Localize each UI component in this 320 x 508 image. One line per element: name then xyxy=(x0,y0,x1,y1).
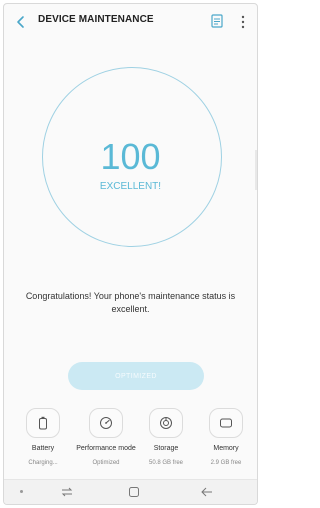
feature-name: Memory xyxy=(213,445,239,452)
feature-status: 2.9 GB free xyxy=(210,460,242,466)
system-nav-bar xyxy=(4,479,257,504)
memory-tile[interactable] xyxy=(209,408,243,438)
feature-battery[interactable]: Battery Charging... xyxy=(13,408,73,466)
feature-name: Storage xyxy=(153,445,179,452)
storage-icon xyxy=(160,417,172,429)
back-arrow-icon[interactable] xyxy=(14,12,28,32)
feature-name: Performance mode xyxy=(76,445,136,452)
nav-hide-dot-icon[interactable] xyxy=(20,490,23,493)
optimize-button[interactable]: OPTIMIZED xyxy=(68,362,204,390)
feature-status: 50.8 GB free xyxy=(148,460,184,466)
battery-icon xyxy=(39,416,47,430)
status-message: Congratulations! Your phone's maintenanc… xyxy=(25,291,236,314)
storage-tile[interactable] xyxy=(149,408,183,438)
device-screen: DEVICE MAINTENANCE 100 EXCELLENT! Congra… xyxy=(3,3,258,505)
app-bar: DEVICE MAINTENANCE xyxy=(4,4,257,40)
feature-status: Charging... xyxy=(28,460,58,466)
feature-storage[interactable]: Storage 50.8 GB free xyxy=(136,408,196,466)
page-title: DEVICE MAINTENANCE xyxy=(38,14,154,25)
feature-row: Battery Charging... Performance mode Opt… xyxy=(4,408,257,476)
nav-back-icon[interactable] xyxy=(200,486,214,498)
performance-tile[interactable] xyxy=(89,408,123,438)
score-status-label: EXCELLENT! xyxy=(99,181,162,192)
home-button-icon[interactable] xyxy=(128,486,140,498)
more-options-icon[interactable] xyxy=(239,14,247,30)
feature-performance-mode[interactable]: Performance mode Optimized xyxy=(76,408,136,466)
feature-memory[interactable]: Memory 2.9 GB free xyxy=(196,408,256,466)
battery-tile[interactable] xyxy=(26,408,60,438)
maintenance-score: 100 xyxy=(100,136,161,177)
feature-name: Battery xyxy=(31,445,55,452)
feature-status: Optimized xyxy=(92,460,120,466)
speedometer-icon xyxy=(100,417,112,429)
report-icon[interactable] xyxy=(211,14,223,28)
recent-apps-icon[interactable] xyxy=(60,486,74,498)
memory-icon xyxy=(220,418,232,428)
